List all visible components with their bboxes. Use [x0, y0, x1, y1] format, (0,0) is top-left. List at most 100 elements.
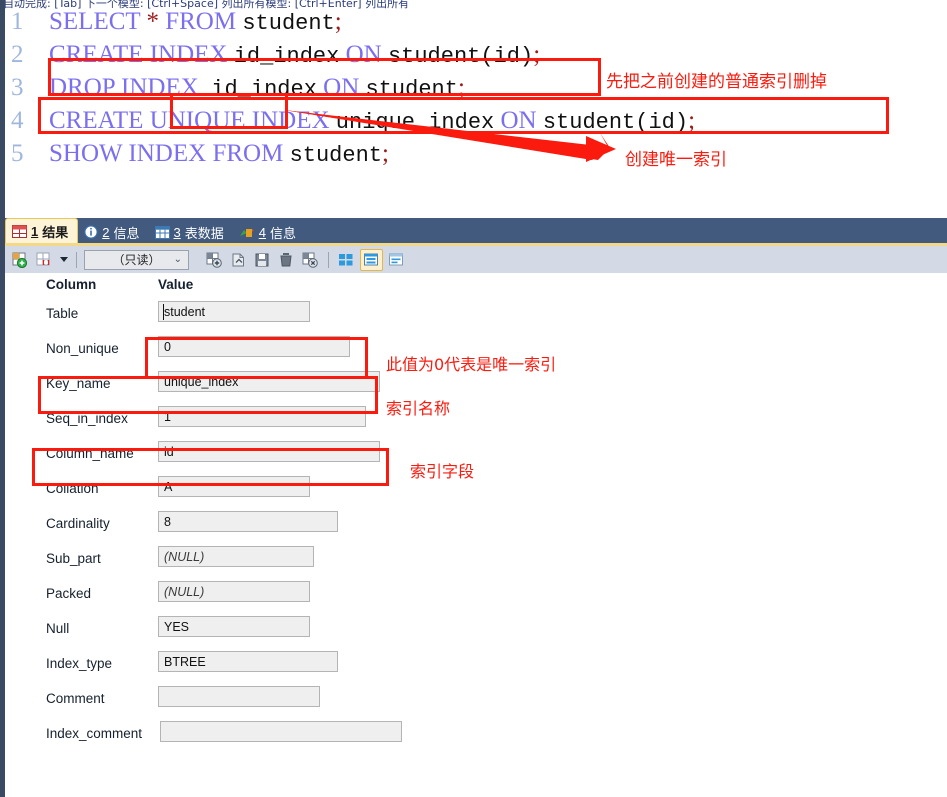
sql-line[interactable]: 4 CREATE UNIQUE INDEX unique_index ON stu…	[5, 104, 947, 137]
grid-row-value-field[interactable]: (NULL)	[158, 546, 314, 567]
sql-line[interactable]: 5 SHOW INDEX FROM student;	[5, 137, 947, 170]
result-toolbar[interactable]: （只读） ⌄	[5, 246, 947, 273]
sql-token: student(id)	[387, 44, 534, 69]
add-record-icon[interactable]	[10, 250, 31, 270]
grid-row[interactable]: Index_comment	[5, 721, 947, 751]
revert-changes-icon[interactable]	[228, 250, 249, 270]
chevron-down-icon: ⌄	[173, 253, 182, 265]
result-tab-number: 2	[102, 224, 110, 240]
sql-token: INDEX	[121, 74, 199, 101]
grid-row[interactable]: Non_unique 0	[5, 336, 947, 366]
sql-line-text: CREATE INDEX id_index ON student(id);	[49, 38, 540, 73]
sql-token: ON	[345, 41, 382, 68]
dropdown-arrow-icon[interactable]	[58, 250, 69, 270]
grid-result-icon	[12, 225, 27, 238]
sql-token: FROM	[212, 140, 284, 167]
result-grid-form-view[interactable]: Column Value Table student Non_unique 0 Key_…	[5, 273, 947, 797]
sql-line-text: CREATE UNIQUE INDEX unique_index ON stud…	[49, 104, 695, 139]
line-number: 3	[11, 74, 24, 101]
grid-row-label: Seq_in_index	[46, 411, 128, 426]
grid-row[interactable]: Null YES	[5, 616, 947, 646]
record-mode-select[interactable]: （只读） ⌄	[84, 249, 189, 270]
toolbar-separator-1	[76, 251, 77, 268]
grid-row-value-field[interactable]: YES	[158, 616, 310, 637]
sql-token: FROM	[165, 8, 237, 35]
result-tab-3[interactable]: 3 表数据	[149, 220, 233, 244]
result-tab-1[interactable]: 1 结果	[5, 218, 79, 244]
sql-token: UNIQUE	[149, 107, 246, 134]
toolbar-separator-3	[328, 251, 329, 268]
grid-row[interactable]: Column_name id	[5, 441, 947, 471]
grid-row[interactable]: Seq_in_index 1	[5, 406, 947, 436]
grid-row-value-field[interactable]	[158, 686, 320, 707]
sql-line[interactable]: 3 DROP INDEX id_index ON student;	[5, 71, 947, 104]
line-number: 5	[11, 140, 24, 167]
grid-row-value-field[interactable]: 0	[158, 336, 350, 357]
grid-row-label: Comment	[46, 691, 105, 706]
result-tab-2[interactable]: 2 信息	[78, 220, 148, 244]
grid-row-value-field[interactable]: id	[158, 441, 380, 462]
caret-down-icon	[59, 257, 68, 262]
text-caret	[163, 304, 164, 320]
sql-editor-panel[interactable]: 自动完成: [Tab] 下一个模型: [Ctrl+Space] 列出所有模型: …	[5, 0, 947, 218]
result-tab-bar[interactable]: 1 结果 2 信息 3 表数据 4 信息	[5, 218, 947, 244]
result-tab-number: 3	[173, 224, 181, 240]
grid-row[interactable]: Collation A	[5, 476, 947, 506]
sql-line-text: SELECT * FROM student;	[49, 5, 342, 40]
grid-row-value-field[interactable]: (NULL)	[158, 581, 310, 602]
sql-token: CREATE	[49, 107, 144, 134]
grid-row-value-field[interactable]: 8	[158, 511, 338, 532]
delete-record-icon[interactable]	[34, 250, 55, 270]
grid-row-label: Collation	[46, 481, 99, 496]
grid-view-icon[interactable]	[336, 250, 357, 270]
sql-token: id_index	[211, 77, 317, 102]
grid-row[interactable]: Key_name unique_index	[5, 371, 947, 401]
sql-token: CREATE	[49, 41, 144, 68]
result-tab-label: 结果	[42, 225, 69, 240]
grid-row-value-field[interactable]: 1	[158, 406, 366, 427]
sql-token: SELECT	[49, 8, 141, 35]
sql-token: INDEX	[251, 107, 330, 134]
cancel-edit-icon[interactable]	[300, 250, 321, 270]
grid-row[interactable]: Packed (NULL)	[5, 581, 947, 611]
grid-row-label: Cardinality	[46, 516, 110, 531]
grid-row[interactable]: Cardinality 8	[5, 511, 947, 541]
sql-token: id_index	[233, 44, 340, 69]
grid-row-value-field[interactable]: student	[158, 301, 310, 322]
sql-token: unique_index	[335, 110, 495, 135]
sql-line[interactable]: 1 SELECT * FROM student;	[5, 5, 947, 38]
delete-icon[interactable]	[276, 250, 297, 270]
result-tab-number: 4	[258, 224, 266, 240]
grid-row[interactable]: Table student	[5, 301, 947, 331]
grid-row-value-field[interactable]: A	[158, 476, 310, 497]
result-tab-list[interactable]: 1 结果 2 信息 3 表数据 4 信息	[5, 218, 305, 244]
grid-row-value-field[interactable]: unique_index	[158, 371, 380, 392]
result-tab-label: 信息	[269, 225, 296, 241]
grid-header: Column Value	[5, 273, 947, 295]
grid-row[interactable]: Sub_part (NULL)	[5, 546, 947, 576]
sql-line[interactable]: 2 CREATE INDEX id_index ON student(id);	[5, 38, 947, 71]
apply-changes-icon[interactable]	[204, 250, 225, 270]
form-view-icon[interactable]	[360, 248, 383, 271]
grid-row[interactable]: Index_type BTREE	[5, 651, 947, 681]
grid-row-value-field[interactable]	[160, 721, 402, 742]
table-data-icon	[154, 225, 170, 239]
line-number: 4	[11, 107, 24, 134]
save-icon[interactable]	[252, 250, 273, 270]
grid-row-label: Non_unique	[46, 341, 119, 356]
sql-token: ;	[533, 41, 541, 68]
text-view-icon[interactable]	[386, 250, 407, 270]
result-tab-4[interactable]: 4 信息	[233, 220, 305, 244]
grid-row-label: Table	[46, 306, 79, 321]
grid-row-label: Packed	[46, 586, 92, 601]
profile-chart-icon	[239, 226, 255, 239]
grid-row-label: Key_name	[46, 376, 111, 391]
grid-row[interactable]: Comment	[5, 686, 947, 716]
grid-row-label: Column_name	[46, 446, 134, 461]
grid-row-value-field[interactable]: BTREE	[158, 651, 338, 672]
result-tab-number: 1	[31, 224, 39, 239]
sql-token: ;	[688, 107, 696, 134]
sql-token: student	[242, 11, 335, 36]
sql-token: ;	[457, 74, 465, 101]
